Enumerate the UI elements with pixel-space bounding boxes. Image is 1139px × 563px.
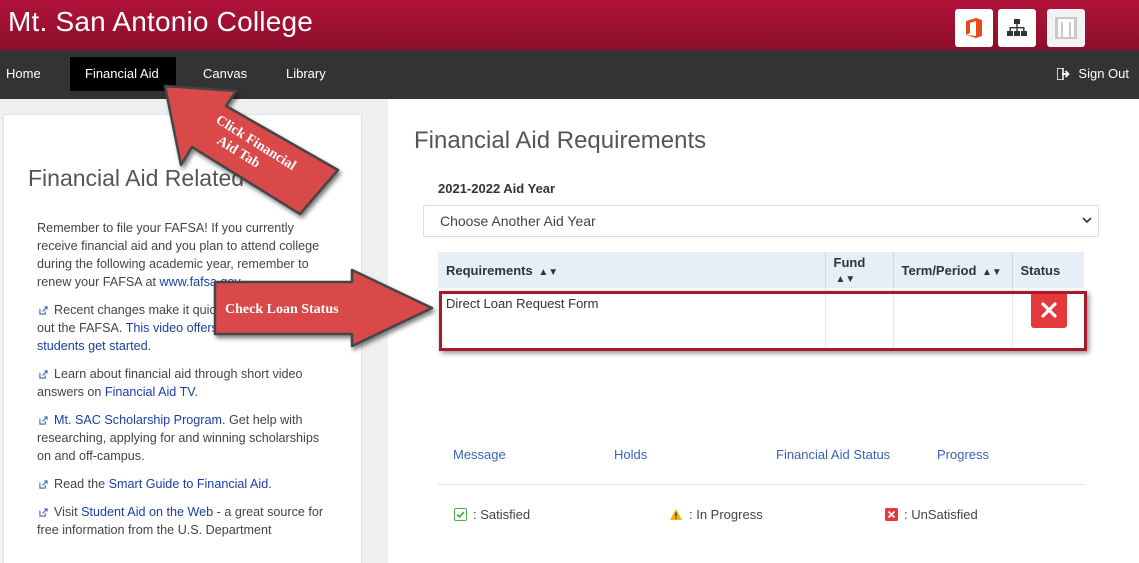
fafsa-link[interactable]: www.fafsa.gov bbox=[160, 275, 240, 289]
external-link-icon bbox=[39, 370, 48, 379]
related-links-title: Financial Aid Related Links bbox=[28, 165, 305, 191]
col-term-label: Term/Period bbox=[901, 262, 977, 278]
aid-year-label: 2021-2022 Aid Year bbox=[438, 181, 556, 196]
tab-progress[interactable]: Progress bbox=[937, 447, 989, 462]
fafsa-video-item: Recent changes make it quicker and easie… bbox=[37, 301, 327, 355]
legend-in-progress-label: : In Progress bbox=[689, 507, 763, 522]
nav-home[interactable]: Home bbox=[0, 57, 56, 91]
smart-guide-item: Read the Smart Guide to Financial Aid. bbox=[37, 475, 327, 493]
table-row: Direct Loan Request Form bbox=[438, 288, 1084, 348]
student-aid-link[interactable]: Student Aid on the Web bbox=[81, 505, 213, 519]
legend-satisfied-label: : Satisfied bbox=[473, 507, 531, 522]
close-icon bbox=[1040, 302, 1057, 318]
term-cell bbox=[893, 288, 1013, 348]
user-button[interactable] bbox=[1047, 9, 1085, 47]
tab-financial-aid-status[interactable]: Financial Aid Status bbox=[776, 447, 890, 462]
x-icon bbox=[885, 508, 898, 521]
smart-guide-end: . bbox=[268, 477, 272, 491]
col-requirements[interactable]: Requirements ▲▼ bbox=[438, 252, 826, 288]
legend-unsatisfied: : UnSatisfied bbox=[885, 507, 978, 522]
related-links-body: Remember to file your FAFSA! If you curr… bbox=[37, 219, 327, 549]
tabs-divider bbox=[438, 484, 1084, 485]
col-status: Status bbox=[1012, 252, 1084, 288]
requirement-cell: Direct Loan Request Form bbox=[438, 288, 826, 348]
check-icon bbox=[454, 508, 467, 521]
fa-tv-item: Learn about financial aid through short … bbox=[37, 365, 327, 401]
related-links-panel: Financial Aid Related Links Remember to … bbox=[3, 114, 362, 563]
student-aid-item: Visit Student Aid on the Web - a great s… bbox=[37, 503, 327, 539]
sign-out-icon bbox=[1057, 68, 1071, 80]
table-header-row: Requirements ▲▼ Fund ▲▼ Term/Period ▲▼ S… bbox=[438, 252, 1084, 288]
aid-year-select[interactable]: Choose Another Aid Year bbox=[423, 205, 1099, 237]
status-cell bbox=[1012, 288, 1084, 348]
unsatisfied-status-icon[interactable] bbox=[1030, 292, 1067, 328]
col-fund[interactable]: Fund ▲▼ bbox=[825, 252, 894, 288]
college-brand[interactable]: Mt. San Antonio College bbox=[8, 6, 313, 38]
sort-icon: ▲▼ bbox=[538, 266, 559, 278]
legend-unsatisfied-label: : UnSatisfied bbox=[904, 507, 978, 522]
external-link-icon bbox=[39, 306, 48, 315]
col-requirements-label: Requirements bbox=[446, 262, 533, 278]
fund-cell bbox=[825, 288, 894, 348]
requirements-panel: Financial Aid Requirements 2021-2022 Aid… bbox=[388, 99, 1139, 563]
nav-library[interactable]: Library bbox=[271, 57, 341, 91]
nav-canvas[interactable]: Canvas bbox=[188, 57, 262, 91]
sort-icon: ▲▼ bbox=[835, 274, 856, 285]
tab-holds[interactable]: Holds bbox=[614, 447, 647, 462]
fa-tv-link[interactable]: Financial Aid TV bbox=[105, 385, 195, 399]
sign-out-label: Sign Out bbox=[1078, 66, 1129, 81]
scholarship-link[interactable]: Mt. SAC Scholarship Program bbox=[54, 413, 222, 427]
aid-year-select-value: Choose Another Aid Year bbox=[440, 213, 596, 229]
office-icon bbox=[966, 18, 982, 38]
external-link-icon bbox=[39, 508, 48, 517]
warning-icon bbox=[670, 509, 682, 520]
office-button[interactable] bbox=[955, 9, 993, 47]
legend-in-progress: : In Progress bbox=[669, 507, 763, 522]
fafsa-reminder: Remember to file your FAFSA! If you curr… bbox=[37, 219, 327, 291]
scholarship-item: Mt. SAC Scholarship Program. Get help wi… bbox=[37, 411, 327, 465]
nav-financial-aid[interactable]: Financial Aid bbox=[70, 57, 176, 91]
fafsa-reminder-end: . bbox=[239, 275, 244, 289]
sitemap-icon bbox=[1007, 19, 1027, 36]
fa-tv-end: . bbox=[194, 385, 199, 399]
main-nav: Home Financial Aid Canvas Library Sign O… bbox=[0, 50, 1139, 99]
requirements-table: Requirements ▲▼ Fund ▲▼ Term/Period ▲▼ S… bbox=[438, 252, 1084, 348]
sitemap-button[interactable] bbox=[998, 9, 1036, 47]
external-link-icon bbox=[39, 416, 48, 425]
legend-satisfied: : Satisfied bbox=[454, 507, 530, 522]
tab-message[interactable]: Message bbox=[453, 447, 506, 462]
chevron-down-icon bbox=[1082, 217, 1092, 224]
user-icon bbox=[1055, 17, 1077, 39]
sort-icon: ▲▼ bbox=[982, 266, 1002, 278]
app-header: Mt. San Antonio College bbox=[0, 0, 1139, 50]
external-link-icon bbox=[39, 480, 48, 489]
col-fund-label: Fund bbox=[833, 255, 866, 270]
sign-out-link[interactable]: Sign Out bbox=[1057, 57, 1129, 91]
smart-guide-link[interactable]: Smart Guide to Financial Aid bbox=[109, 477, 269, 491]
smart-guide-text: Read the bbox=[54, 477, 109, 491]
col-term[interactable]: Term/Period ▲▼ bbox=[893, 252, 1013, 288]
page-title: Financial Aid Requirements bbox=[414, 127, 707, 154]
student-aid-text: Visit bbox=[54, 505, 82, 519]
